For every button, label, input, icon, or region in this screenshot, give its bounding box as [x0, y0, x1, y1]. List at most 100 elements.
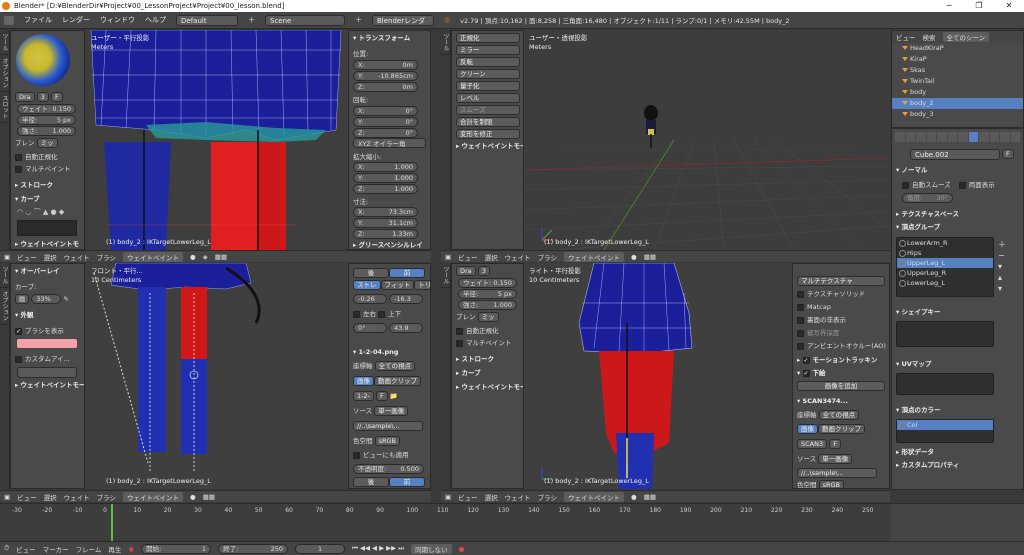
axis-selector[interactable]: 全ての視点: [374, 361, 416, 371]
geometry-data-section[interactable]: ▸ 形状データ: [896, 447, 1019, 457]
layout-add-icon[interactable]: ＋: [248, 15, 255, 25]
brush-preview[interactable]: [16, 34, 70, 86]
depth-of-field-checkbox[interactable]: [797, 329, 804, 337]
tab-tools-4[interactable]: ツール: [441, 263, 450, 288]
vertex-color-list[interactable]: Col: [896, 419, 994, 443]
menu-window[interactable]: ウィンドウ: [100, 15, 135, 25]
quantize-button[interactable]: 量子化: [456, 81, 520, 91]
multipaint-checkbox[interactable]: [15, 165, 22, 173]
viewport-bottom-left[interactable]: フロント・平行... 10 Centimeters (1) body_2 : IK…: [86, 263, 348, 489]
brush-color-swatch[interactable]: [17, 339, 77, 348]
weight-menu-2[interactable]: ウェイト: [505, 252, 531, 262]
outliner-row[interactable]: body: [892, 87, 1023, 98]
back-button[interactable]: 後: [353, 268, 389, 278]
properties-tab-icons[interactable]: [895, 132, 1020, 142]
back-button-2[interactable]: 後: [353, 477, 389, 487]
radius-slider[interactable]: 半径: 5 px: [17, 115, 76, 125]
normals-section[interactable]: ▾ ノーマル: [896, 165, 1019, 175]
grease-pencil-section[interactable]: ▸ グリースペンシルレイ: [353, 240, 426, 249]
stroke-section[interactable]: ▸ ストローク: [15, 180, 80, 190]
color-space-selector-2[interactable]: sRGB: [818, 480, 844, 488]
movie-clip-button[interactable]: 動画クリップ: [374, 376, 421, 386]
render-engine-selector[interactable]: Blenderレンダー: [372, 14, 434, 35]
layers-icon-3[interactable]: ▦▦: [203, 493, 215, 501]
image-source-button[interactable]: 画像: [353, 376, 374, 386]
image-source-button-2[interactable]: 画像: [797, 424, 818, 434]
location-y-field[interactable]: Y: -10.865cm: [353, 71, 418, 81]
smooth-angle-field[interactable]: 角度: 30°: [902, 193, 953, 203]
uv-map-list[interactable]: [896, 373, 994, 395]
editor-type-icon-3[interactable]: ▣: [4, 493, 10, 501]
smooth-button[interactable]: スムーズ: [456, 105, 520, 115]
keying-icon[interactable]: ●: [459, 545, 465, 553]
outliner-search-menu[interactable]: 検索: [923, 32, 936, 42]
timeline-view-menu[interactable]: ビュー: [16, 544, 36, 554]
outliner-row-selected[interactable]: body_2: [892, 98, 1023, 109]
weight-paint-mode-section[interactable]: ▸ ウェイトペイントモ: [15, 239, 80, 249]
shading-icon[interactable]: ●: [190, 253, 196, 261]
vertex-group-item[interactable]: UpperLeg_R: [897, 268, 993, 278]
custom-icon-path-field[interactable]: [17, 367, 77, 378]
tab-slots[interactable]: スロット: [0, 92, 9, 123]
menu-file[interactable]: ファイル: [24, 15, 52, 25]
select-menu[interactable]: 選択: [44, 252, 57, 262]
auto-normalize-checkbox[interactable]: [15, 153, 22, 161]
shape-keys-section[interactable]: ▾ シェイプキー: [896, 307, 1019, 317]
outliner-row[interactable]: body_3: [892, 109, 1023, 120]
add-image-button[interactable]: 画像を追加: [797, 381, 885, 391]
blend-mode-selector[interactable]: ミッ: [36, 138, 58, 148]
pivot-icon[interactable]: ◈: [203, 253, 208, 261]
source-selector[interactable]: 単一画像: [374, 406, 409, 416]
custom-icon-checkbox[interactable]: [15, 355, 22, 363]
shape-key-list[interactable]: [896, 321, 994, 347]
outliner-row[interactable]: HeadKiraP: [892, 43, 1023, 54]
brush-menu-4[interactable]: ブラシ: [538, 492, 557, 502]
stretch-button[interactable]: ストレ: [353, 280, 381, 290]
curve-section-2[interactable]: ▸ カーブ: [456, 368, 519, 378]
auto-normalize-checkbox-2[interactable]: [456, 327, 463, 335]
shading-icon-3[interactable]: ●: [190, 493, 196, 501]
select-menu-2[interactable]: 選択: [485, 252, 498, 262]
timeline-editor-icon[interactable]: ⏱: [4, 544, 9, 553]
vertex-colors-section[interactable]: ▾ 頂点のカラー: [896, 405, 1019, 415]
axis-selector-2[interactable]: 全ての視点: [818, 410, 860, 420]
eyedropper-icon[interactable]: ✎: [63, 295, 68, 303]
restore-button[interactable]: ❐: [964, 0, 994, 12]
tab-tools[interactable]: ツール: [0, 30, 9, 55]
vertex-group-item-selected[interactable]: UpperLeg_L: [897, 258, 993, 268]
blend-mode-selector-2[interactable]: ミッ: [477, 312, 499, 322]
tab-tools-2[interactable]: ツール: [441, 30, 450, 55]
editor-type-icon-2[interactable]: ▣: [445, 253, 451, 261]
ambient-occlusion-checkbox[interactable]: [797, 342, 804, 350]
image-path-field[interactable]: //..\sample\...: [353, 421, 423, 431]
image-name-field[interactable]: 1-2-: [353, 391, 374, 401]
backface-culling-checkbox[interactable]: [797, 316, 804, 324]
weight-paint-mode-section-3[interactable]: ▸ ウェイトペイントモード: [15, 380, 84, 390]
mode-selector-2[interactable]: ウェイトペイント: [564, 251, 625, 262]
weight-paint-mode-section-4[interactable]: ▸ ウェイトペイントモード: [456, 382, 523, 392]
tab-tools-3[interactable]: ツール: [0, 263, 9, 288]
material-mode-selector[interactable]: マルチテクスチャ: [797, 276, 885, 286]
layers-icon[interactable]: ▦▦: [215, 253, 227, 261]
source-selector-2[interactable]: 単一画像: [818, 454, 853, 464]
double-sided-checkbox[interactable]: [958, 181, 966, 189]
background-images-section[interactable]: ▾ 下絵: [797, 368, 885, 378]
scan-image-name-field[interactable]: SCAN3: [797, 439, 828, 449]
brush-users-field[interactable]: 3: [36, 92, 49, 102]
vertex-group-item[interactable]: Hips: [897, 248, 993, 258]
outliner-row[interactable]: TwinTail: [892, 76, 1023, 87]
layout-selector[interactable]: Default: [176, 14, 238, 26]
texture-solid-checkbox[interactable]: [797, 290, 804, 298]
tab-options[interactable]: オプション: [0, 55, 9, 92]
brush-fake-user-button[interactable]: F: [50, 92, 63, 102]
timeline-marker-menu[interactable]: マーカー: [43, 544, 69, 554]
radius-slider-2[interactable]: 半径: 5 px: [458, 289, 517, 299]
minimize-button[interactable]: ─: [934, 0, 964, 12]
location-x-field[interactable]: X: 0m: [353, 60, 418, 70]
image-entry-header[interactable]: ▾ 1-2-04.png: [353, 347, 426, 357]
curve-section[interactable]: ▾ カーブ: [15, 194, 80, 204]
appearance-section[interactable]: ▾ 外観: [15, 310, 80, 320]
levels-button[interactable]: レベル: [456, 93, 520, 103]
timeline-frame-menu[interactable]: フレーム: [76, 544, 102, 554]
transform-section[interactable]: ▾ トランスフォーム: [353, 33, 426, 43]
